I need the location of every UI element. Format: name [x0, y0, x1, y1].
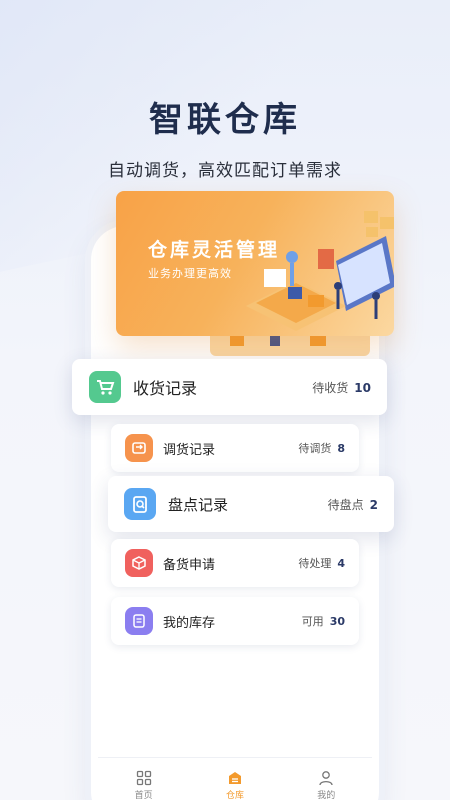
box-icon: [125, 549, 153, 577]
card-label: 调货记录: [163, 442, 216, 458]
warehouse-icon: [228, 772, 241, 784]
status-count: 2: [369, 497, 378, 512]
status-count: 30: [329, 615, 345, 628]
card-status: 待处理 4: [298, 555, 345, 571]
status-text: 待收货: [312, 380, 349, 395]
tab-warehouse[interactable]: 仓库: [205, 770, 265, 800]
document-icon: [125, 607, 153, 635]
status-text: 待处理: [298, 557, 332, 570]
transfer-icon: [125, 434, 153, 462]
status-text: 待盘点: [327, 497, 364, 512]
my-inventory-card[interactable]: 我的库存 可用 30: [111, 597, 359, 645]
status-count: 8: [337, 442, 345, 455]
tab-label: 我的: [317, 791, 336, 800]
receiving-record-card[interactable]: 收货记录 待收货 10: [72, 359, 387, 415]
card-label: 我的库存: [163, 615, 216, 631]
status-text: 可用: [301, 615, 324, 628]
status-count: 4: [337, 557, 345, 570]
warehouse-illustration: [246, 211, 394, 331]
card-label: 收货记录: [133, 379, 198, 398]
promo-banner[interactable]: 仓库灵活管理 业务办理更高效: [116, 191, 394, 336]
stock-request-card[interactable]: 备货申请 待处理 4: [111, 539, 359, 587]
card-status: 待调货 8: [298, 440, 345, 456]
tab-label: 仓库: [225, 791, 244, 800]
user-icon: [319, 771, 333, 786]
card-label: 盘点记录: [168, 495, 229, 514]
tab-label: 首页: [134, 791, 153, 800]
bottom-tab-bar: 首页 仓库 我的: [98, 757, 372, 800]
status-count: 10: [354, 380, 371, 395]
transfer-record-card[interactable]: 调货记录 待调货 8: [111, 424, 359, 472]
tab-home[interactable]: 首页: [114, 770, 174, 800]
card-status: 可用 30: [302, 613, 345, 629]
card-label: 备货申请: [163, 557, 216, 573]
cart-icon: [89, 371, 121, 403]
card-status: 待收货 10: [312, 379, 371, 396]
clipboard-search-icon: [124, 488, 156, 520]
hero-title: 智联仓库: [149, 100, 301, 140]
inventory-check-record-card[interactable]: 盘点记录 待盘点 2: [108, 476, 394, 532]
grid-icon: [136, 770, 151, 786]
status-text: 待调货: [298, 442, 332, 455]
hero-subtitle: 自动调货，高效匹配订单需求: [108, 161, 342, 181]
banner-subtitle: 业务办理更高效: [148, 267, 232, 280]
tab-mine[interactable]: 我的: [296, 770, 356, 800]
card-status: 待盘点 2: [328, 496, 378, 513]
